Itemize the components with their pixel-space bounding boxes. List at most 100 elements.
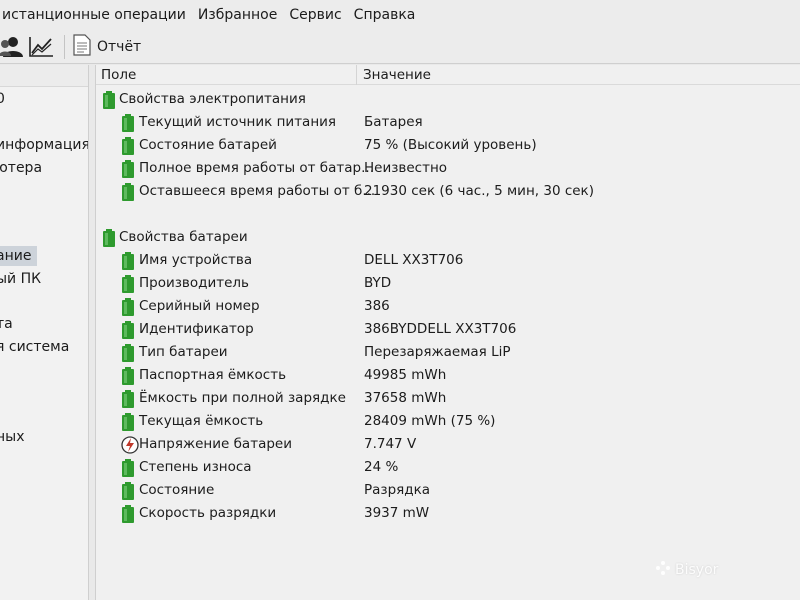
section-header[interactable]: Свойства батареи [96, 227, 800, 249]
table-header: Поле Значение [96, 65, 800, 85]
table-row[interactable]: Производитель BYD [96, 273, 800, 295]
row-field: Степень износа [139, 459, 252, 475]
battery-icon [121, 459, 137, 477]
section-title: Свойства батареи [119, 229, 248, 245]
row-field: Производитель [139, 275, 250, 291]
table-row[interactable]: Текущий источник питания Батарея [96, 112, 800, 134]
battery-icon [121, 367, 137, 385]
row-value: BYD [364, 275, 392, 291]
row-field: Имя устройства [139, 252, 253, 268]
battery-icon [121, 321, 137, 339]
battery-icon [121, 344, 137, 362]
row-field: Текущий источник питания [139, 114, 337, 130]
menu-bar: истанционные операции Избранное Сервис С… [0, 0, 800, 30]
row-value: 37658 mWh [364, 390, 447, 406]
battery-icon [121, 114, 137, 132]
report-button-label: Отчёт [97, 38, 142, 55]
row-field: Тип батареи [139, 344, 228, 360]
battery-icon [102, 229, 118, 247]
table-row[interactable]: Полное время работы от батар... Неизвестн… [96, 158, 800, 180]
row-value: Батарея [364, 114, 423, 130]
table-row[interactable]: Идентификатор 386BYDDELL XX3T706 [96, 319, 800, 341]
row-field: Скорость разрядки [139, 505, 277, 521]
row-value: 49985 mWh [364, 367, 447, 383]
row-value: DELL XX3T706 [364, 252, 464, 268]
table-row[interactable]: Состояние Разрядка [96, 480, 800, 502]
toolbar: Отчёт [0, 30, 800, 64]
table-row[interactable]: Тип батареи Перезаряжаемая LiP [96, 342, 800, 364]
row-value: 75 % (Высокий уровень) [364, 137, 537, 153]
column-header-field[interactable]: Поле [101, 67, 136, 83]
row-value: 21930 сек (6 час., 5 мин, 30 сек) [364, 183, 594, 199]
battery-icon [121, 275, 137, 293]
watermark-text: Bisyor [675, 562, 719, 578]
row-field: Полное время работы от батар... [139, 160, 374, 176]
row-field: Напряжение батареи [139, 436, 292, 452]
row-value: Неизвестно [364, 160, 448, 176]
battery-icon [121, 137, 137, 155]
battery-icon [121, 298, 137, 316]
row-field: Идентификатор [139, 321, 254, 337]
row-value: 7.747 V [364, 436, 417, 452]
battery-icon [121, 252, 137, 270]
row-value: 386BYDDELL XX3T706 [364, 321, 517, 337]
watermark: Bisyor [655, 560, 718, 580]
table-row[interactable]: Состояние батарей 75 % (Высокий уровень) [96, 135, 800, 157]
battery-icon [121, 505, 137, 523]
row-field: Состояние [139, 482, 215, 498]
row-field: Оставшееся время работы от б... [139, 183, 376, 199]
row-field: Серийный номер [139, 298, 260, 314]
row-value: 3937 mW [364, 505, 430, 521]
table-row[interactable]: Имя устройства DELL XX3T706 [96, 250, 800, 272]
table-row[interactable]: Ёмкость при полной зарядке 37658 mWh [96, 388, 800, 410]
menu-help[interactable]: Справка [348, 7, 422, 23]
voltage-icon [121, 436, 139, 454]
document-icon [73, 33, 91, 60]
row-field: Состояние батарей [139, 137, 277, 153]
tree-item[interactable]: информация [0, 135, 88, 155]
table-row[interactable]: Серийный номер 386 [96, 296, 800, 318]
table-row[interactable]: Скорость разрядки 3937 mW [96, 503, 800, 525]
row-value: 24 % [364, 459, 399, 475]
tree-item[interactable]: ый ПК [0, 269, 41, 289]
table-row[interactable]: Степень износа 24 % [96, 457, 800, 479]
battery-icon [121, 160, 137, 178]
row-value: 386 [364, 298, 390, 314]
column-divider[interactable] [356, 65, 357, 85]
tree-item[interactable]: ных [0, 427, 25, 447]
users-icon[interactable] [0, 34, 24, 60]
row-field: Паспортная ёмкость [139, 367, 287, 383]
row-field: Ёмкость при полной зарядке [139, 390, 346, 406]
report-button[interactable]: Отчёт [73, 33, 142, 60]
table-row[interactable]: Текущая ёмкость 28409 mWh (75 %) [96, 411, 800, 433]
tree-item[interactable]: я система [0, 337, 69, 357]
menu-favorites[interactable]: Избранное [192, 7, 284, 23]
table-row[interactable]: Паспортная ёмкость 49985 mWh [96, 365, 800, 387]
row-value: Разрядка [364, 482, 431, 498]
tree-item[interactable]: ютера [0, 158, 42, 178]
table-row[interactable]: Оставшееся время работы от б... 21930 сек… [96, 181, 800, 203]
row-value: Перезаряжаемая LiP [364, 344, 511, 360]
column-header-value[interactable]: Значение [363, 67, 431, 83]
battery-icon [121, 183, 137, 201]
tree-item-selected[interactable]: ание [0, 246, 38, 266]
details-table: Поле Значение Свойства электропитания Тек… [95, 65, 800, 600]
menu-service[interactable]: Сервис [283, 7, 347, 23]
row-value: 28409 mWh (75 %) [364, 413, 496, 429]
toolbar-separator [64, 34, 65, 59]
row-field: Текущая ёмкость [139, 413, 264, 429]
menu-remote-operations[interactable]: истанционные операции [0, 7, 192, 23]
watermark-logo-icon [655, 560, 671, 580]
battery-icon [121, 390, 137, 408]
tree-item[interactable]: та [0, 314, 13, 334]
battery-icon [102, 91, 118, 109]
battery-icon [121, 413, 137, 431]
table-row[interactable]: Напряжение батареи 7.747 V [96, 434, 800, 456]
section-title: Свойства электропитания [119, 91, 306, 107]
navigation-header [0, 65, 88, 87]
battery-icon [121, 482, 137, 500]
tree-item[interactable]: 0 [0, 89, 5, 109]
chart-icon[interactable] [28, 34, 54, 60]
section-header[interactable]: Свойства электропитания [96, 89, 800, 111]
navigation-tree: 0 информация ютера ание ый ПК та я систе… [0, 65, 89, 600]
